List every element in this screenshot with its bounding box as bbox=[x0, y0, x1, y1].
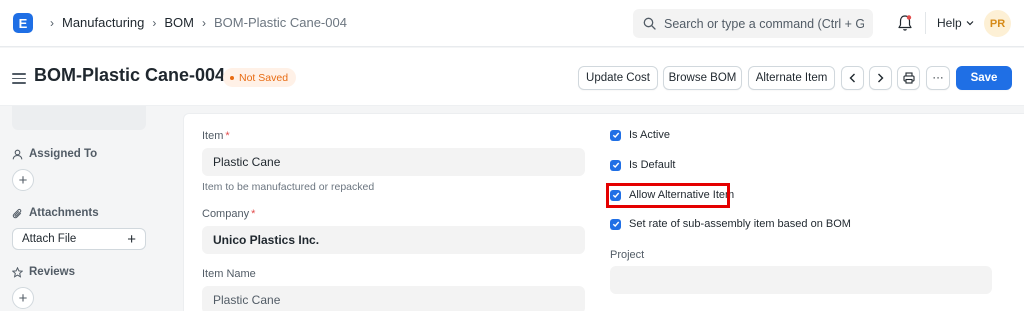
status-label: Not Saved bbox=[239, 71, 289, 84]
set-rate-checkbox[interactable]: Set rate of sub-assembly item based on B… bbox=[610, 218, 851, 230]
is-default-checkbox[interactable]: Is Default bbox=[610, 159, 675, 171]
assigned-to-label: Assigned To bbox=[29, 148, 98, 160]
highlight-box bbox=[606, 183, 730, 208]
item-name-field[interactable]: Plastic Cane bbox=[202, 286, 585, 311]
is-active-label: Is Active bbox=[629, 129, 670, 141]
star-icon bbox=[12, 266, 23, 278]
company-label: Company * bbox=[202, 208, 256, 220]
breadcrumb-manufacturing[interactable]: Manufacturing bbox=[62, 15, 144, 30]
chevron-left-icon bbox=[849, 73, 855, 83]
reviews-label: Reviews bbox=[29, 266, 76, 278]
assigned-to-section: Assigned To bbox=[12, 148, 97, 160]
chevron-down-icon bbox=[966, 21, 974, 26]
plus-icon: + bbox=[127, 230, 136, 248]
breadcrumb-bom[interactable]: BOM bbox=[164, 15, 194, 30]
is-default-label: Is Default bbox=[629, 159, 676, 171]
item-field[interactable]: Plastic Cane bbox=[202, 148, 585, 176]
item-description: Item to be manufactured or repacked bbox=[202, 181, 375, 193]
add-review-button[interactable]: + bbox=[12, 287, 34, 309]
update-cost-button[interactable]: Update Cost bbox=[578, 66, 658, 90]
attach-file-button[interactable]: Attach File + bbox=[12, 228, 146, 250]
save-button[interactable]: Save bbox=[956, 66, 1012, 90]
project-field[interactable] bbox=[610, 266, 992, 294]
search-icon bbox=[643, 17, 656, 30]
company-field[interactable]: Unico Plastics Inc. bbox=[202, 226, 585, 254]
alternate-item-button[interactable]: Alternate Item bbox=[748, 66, 835, 90]
paperclip-icon bbox=[12, 208, 22, 218]
chevron-right-icon bbox=[878, 73, 884, 83]
breadcrumb: › Manufacturing › BOM › BOM-Plastic Cane… bbox=[42, 15, 347, 30]
chevron-right-icon: › bbox=[202, 15, 207, 30]
previous-doc-button[interactable] bbox=[841, 66, 864, 90]
attach-file-label: Attach File bbox=[22, 233, 77, 245]
awesomebar[interactable] bbox=[633, 9, 873, 38]
more-menu-button[interactable]: ··· bbox=[926, 66, 950, 90]
add-assignee-button[interactable]: + bbox=[12, 169, 34, 191]
checkbox-checked-icon bbox=[610, 218, 621, 230]
menu-icon[interactable] bbox=[12, 73, 26, 84]
chevron-right-icon: › bbox=[50, 15, 54, 30]
print-button[interactable] bbox=[897, 66, 920, 90]
project-label: Project bbox=[610, 249, 645, 261]
attachments-section: Attachments bbox=[12, 207, 99, 219]
item-label: Item * bbox=[202, 130, 230, 142]
set-rate-label: Set rate of sub-assembly item based on B… bbox=[629, 218, 851, 230]
breadcrumb-current[interactable]: BOM-Plastic Cane-004 bbox=[214, 15, 347, 30]
printer-icon bbox=[902, 72, 915, 84]
attachments-label: Attachments bbox=[29, 207, 99, 219]
avatar[interactable]: PR bbox=[984, 10, 1011, 37]
checkbox-checked-icon bbox=[610, 159, 621, 171]
browse-bom-button[interactable]: Browse BOM bbox=[663, 66, 742, 90]
page-title: BOM-Plastic Cane-004 bbox=[34, 65, 226, 85]
app-logo[interactable]: E bbox=[13, 13, 33, 33]
sidebar-image-card bbox=[12, 106, 146, 130]
chevron-right-icon: › bbox=[152, 15, 157, 30]
next-doc-button[interactable] bbox=[869, 66, 892, 90]
item-name-label: Item Name bbox=[202, 268, 256, 280]
is-active-checkbox[interactable]: Is Active bbox=[610, 129, 670, 141]
status-badge: Not Saved bbox=[223, 68, 297, 87]
help-label: Help bbox=[937, 16, 962, 30]
navbar: E › Manufacturing › BOM › BOM-Plastic Ca… bbox=[0, 0, 1024, 47]
reviews-section: Reviews bbox=[12, 266, 75, 278]
user-icon bbox=[12, 149, 23, 159]
status-dot-icon bbox=[230, 75, 234, 80]
app-logo-letter: E bbox=[18, 15, 28, 31]
search-input[interactable] bbox=[664, 16, 864, 31]
page-head: BOM-Plastic Cane-004 Not Saved Update Co… bbox=[0, 48, 1024, 106]
checkbox-checked-icon bbox=[610, 129, 621, 141]
navbar-divider bbox=[925, 12, 926, 34]
bell-icon[interactable] bbox=[897, 14, 913, 32]
help-dropdown[interactable]: Help bbox=[937, 16, 974, 30]
